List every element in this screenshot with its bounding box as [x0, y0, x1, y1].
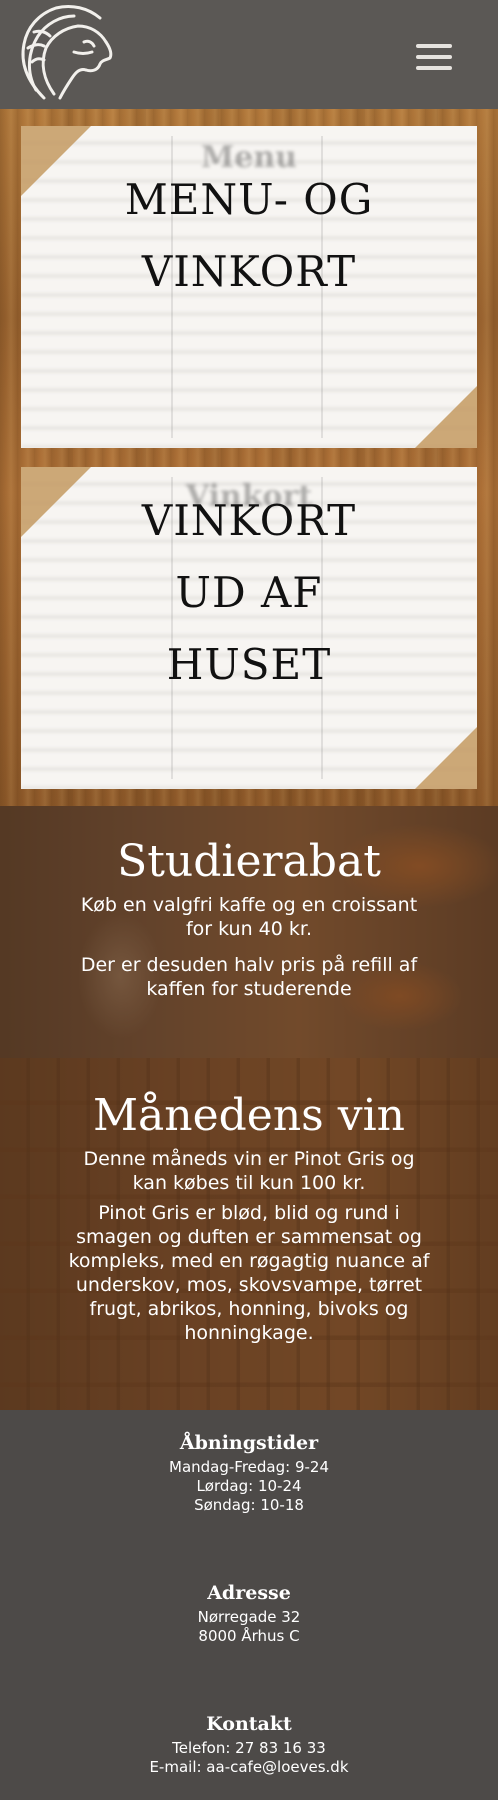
- card-label-line: VINKORT: [141, 496, 357, 545]
- menu-cards-section: Menu MENU- OG VINKORT Vinkort VINKORT UD…: [0, 109, 498, 806]
- address-line: Nørregade 32: [197, 1608, 301, 1626]
- wine-of-month-price-text: Denne måneds vin er Pinot Gris og kan kø…: [83, 1148, 415, 1194]
- menu-and-wine-card[interactable]: Menu MENU- OG VINKORT: [21, 126, 477, 448]
- contact-email[interactable]: E-mail: aa-cafe@loeves.dk: [0, 1758, 498, 1777]
- site-header: [0, 0, 498, 109]
- hamburger-menu-icon[interactable]: [416, 44, 452, 70]
- corner-decoration: [415, 386, 477, 448]
- corner-decoration: [415, 727, 477, 789]
- address: Adresse Nørregade 32 8000 Århus C: [0, 1582, 498, 1646]
- card-label-line: HUSET: [166, 640, 332, 689]
- contact-title: Kontakt: [206, 1713, 292, 1735]
- wine-of-month-section: Månedens vin Denne måneds vin er Pinot G…: [0, 1058, 498, 1410]
- student-discount-title: Studierabat: [117, 836, 381, 887]
- student-refill-text: Der er desuden halv pris på refill af ka…: [80, 954, 418, 1000]
- opening-hours: Åbningstider Mandag-Fredag: 9-24 Lørdag:…: [0, 1432, 498, 1515]
- opening-hours-line: Lørdag: 10-24: [196, 1477, 302, 1495]
- wine-of-month-description: Pinot Gris er blød, blid og rund i smage…: [68, 1202, 430, 1344]
- wine-of-month-title: Månedens vin: [92, 1090, 406, 1141]
- student-discount-section: Studierabat Køb en valgfri kaffe og en c…: [0, 806, 498, 1058]
- card-label-line: VINKORT: [141, 247, 357, 296]
- address-title: Adresse: [207, 1582, 291, 1604]
- contact: Kontakt Telefon: 27 83 16 33 E-mail: aa-…: [0, 1713, 498, 1777]
- card-label-line: UD AF: [175, 568, 323, 617]
- lion-head-icon[interactable]: [14, 2, 118, 102]
- opening-hours-line: Søndag: 10-18: [194, 1496, 304, 1514]
- opening-hours-title: Åbningstider: [179, 1432, 319, 1454]
- address-line: 8000 Århus C: [198, 1627, 300, 1645]
- card-label-line: MENU- OG: [124, 175, 374, 224]
- contact-phone[interactable]: Telefon: 27 83 16 33: [0, 1739, 498, 1758]
- student-discount-text: Køb en valgfri kaffe og en croissant for…: [80, 894, 418, 940]
- opening-hours-line: Mandag-Fredag: 9-24: [169, 1458, 329, 1476]
- takeaway-wine-card[interactable]: Vinkort VINKORT UD AF HUSET: [21, 467, 477, 789]
